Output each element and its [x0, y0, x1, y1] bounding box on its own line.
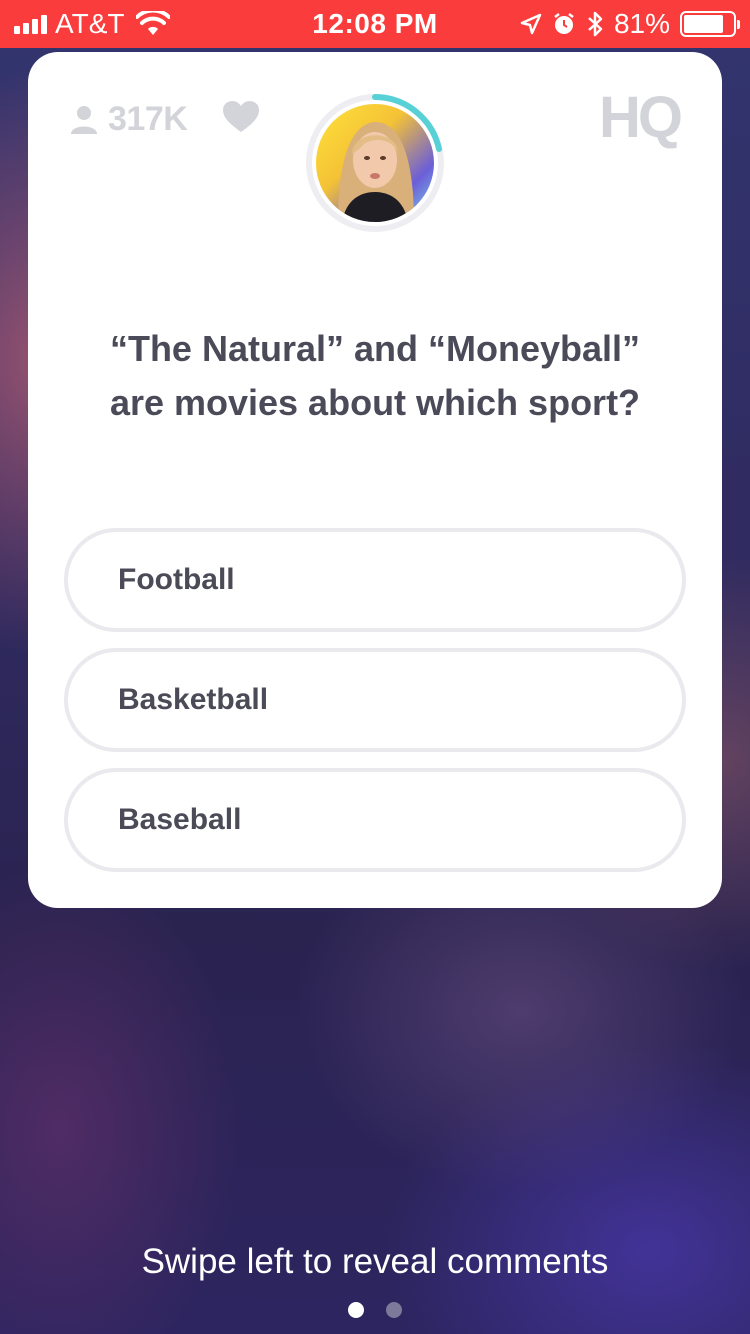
question-card: 317K HQ “The Natural” and “Moneyball” ar… [28, 52, 722, 908]
battery-percent: 81% [613, 8, 670, 39]
page-indicator[interactable] [0, 1302, 750, 1318]
location-icon [520, 13, 542, 35]
viewer-count-label: 317K [108, 100, 188, 138]
bluetooth-icon [588, 11, 603, 37]
host-portrait [338, 122, 414, 222]
answer-option-football[interactable]: Football [64, 528, 686, 632]
answer-label: Baseball [118, 803, 242, 836]
question-line-2: are movies about which sport? [109, 382, 641, 423]
battery-fill [684, 15, 723, 33]
viewer-count: 317K [70, 100, 188, 139]
host-avatar [316, 104, 434, 222]
page-dot-2[interactable] [386, 1302, 402, 1318]
host-video [306, 94, 444, 232]
user-icon [71, 105, 97, 134]
page-dot-1[interactable] [348, 1302, 364, 1318]
answer-label: Basketball [118, 683, 269, 716]
status-bar: AT&T 12:08 PM 81% [0, 0, 750, 48]
battery-icon [680, 11, 740, 37]
answer-option-basketball[interactable]: Basketball [64, 648, 686, 752]
swipe-hint: Swipe left to reveal comments [141, 1242, 609, 1281]
question-line-1: “The Natural” and “Moneyball” [109, 328, 641, 369]
heart-icon[interactable] [222, 100, 260, 134]
alarm-icon [554, 13, 574, 34]
answer-option-baseball[interactable]: Baseball [64, 768, 686, 872]
answer-label: Football [118, 563, 235, 596]
hq-logo: HQ [599, 85, 683, 150]
question-text: “The Natural” and “Moneyball” are movies… [58, 322, 692, 430]
